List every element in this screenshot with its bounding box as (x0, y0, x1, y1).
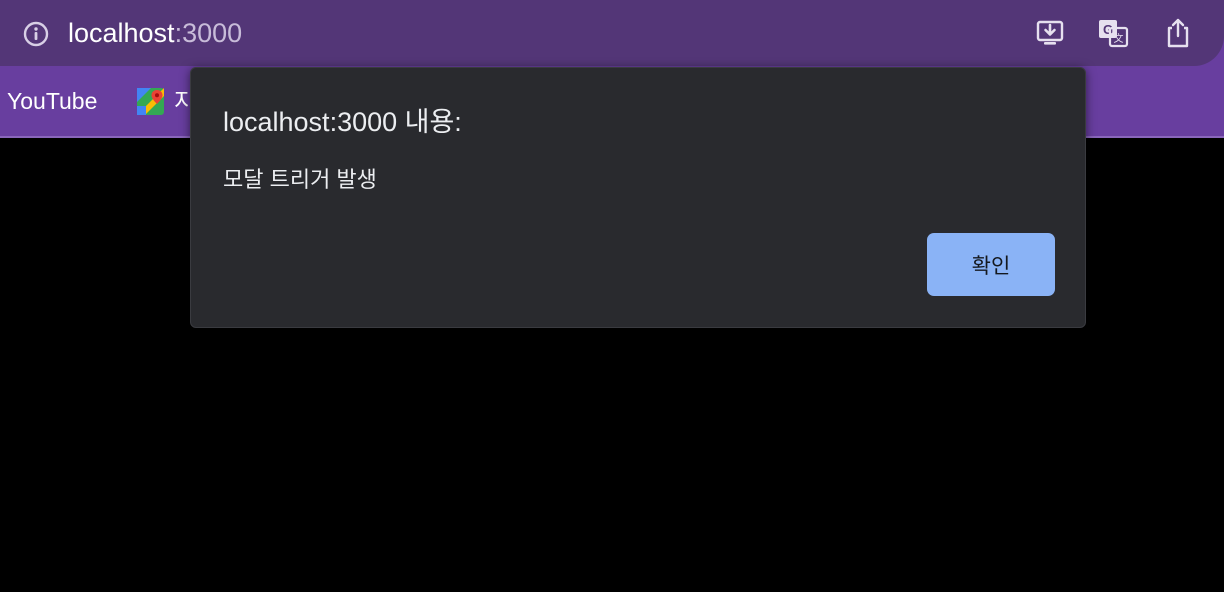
url-port: :3000 (174, 18, 243, 48)
alert-dialog: localhost:3000 내용: 모달 트리거 발생 확인 (190, 67, 1086, 328)
address-bar[interactable]: localhost:3000 G 文 (0, 0, 1224, 66)
browser-toolbar: localhost:3000 G 文 (0, 0, 1224, 66)
ok-button[interactable]: 확인 (927, 233, 1055, 296)
svg-text:G: G (1103, 22, 1113, 37)
dialog-title: localhost:3000 내용: (223, 107, 462, 137)
bookmark-youtube[interactable]: YouTube (7, 86, 97, 116)
bookmark-maps[interactable]: 지 (137, 86, 195, 116)
info-icon[interactable] (22, 20, 50, 48)
url-host: localhost (68, 18, 175, 48)
share-icon[interactable] (1161, 16, 1195, 50)
translate-icon[interactable]: G 文 (1096, 16, 1130, 50)
install-app-icon[interactable] (1033, 16, 1067, 50)
url-text[interactable]: localhost:3000 (68, 17, 242, 49)
google-maps-icon (137, 87, 164, 115)
dialog-message: 모달 트리거 발생 (223, 167, 377, 192)
svg-text:文: 文 (1114, 32, 1124, 45)
